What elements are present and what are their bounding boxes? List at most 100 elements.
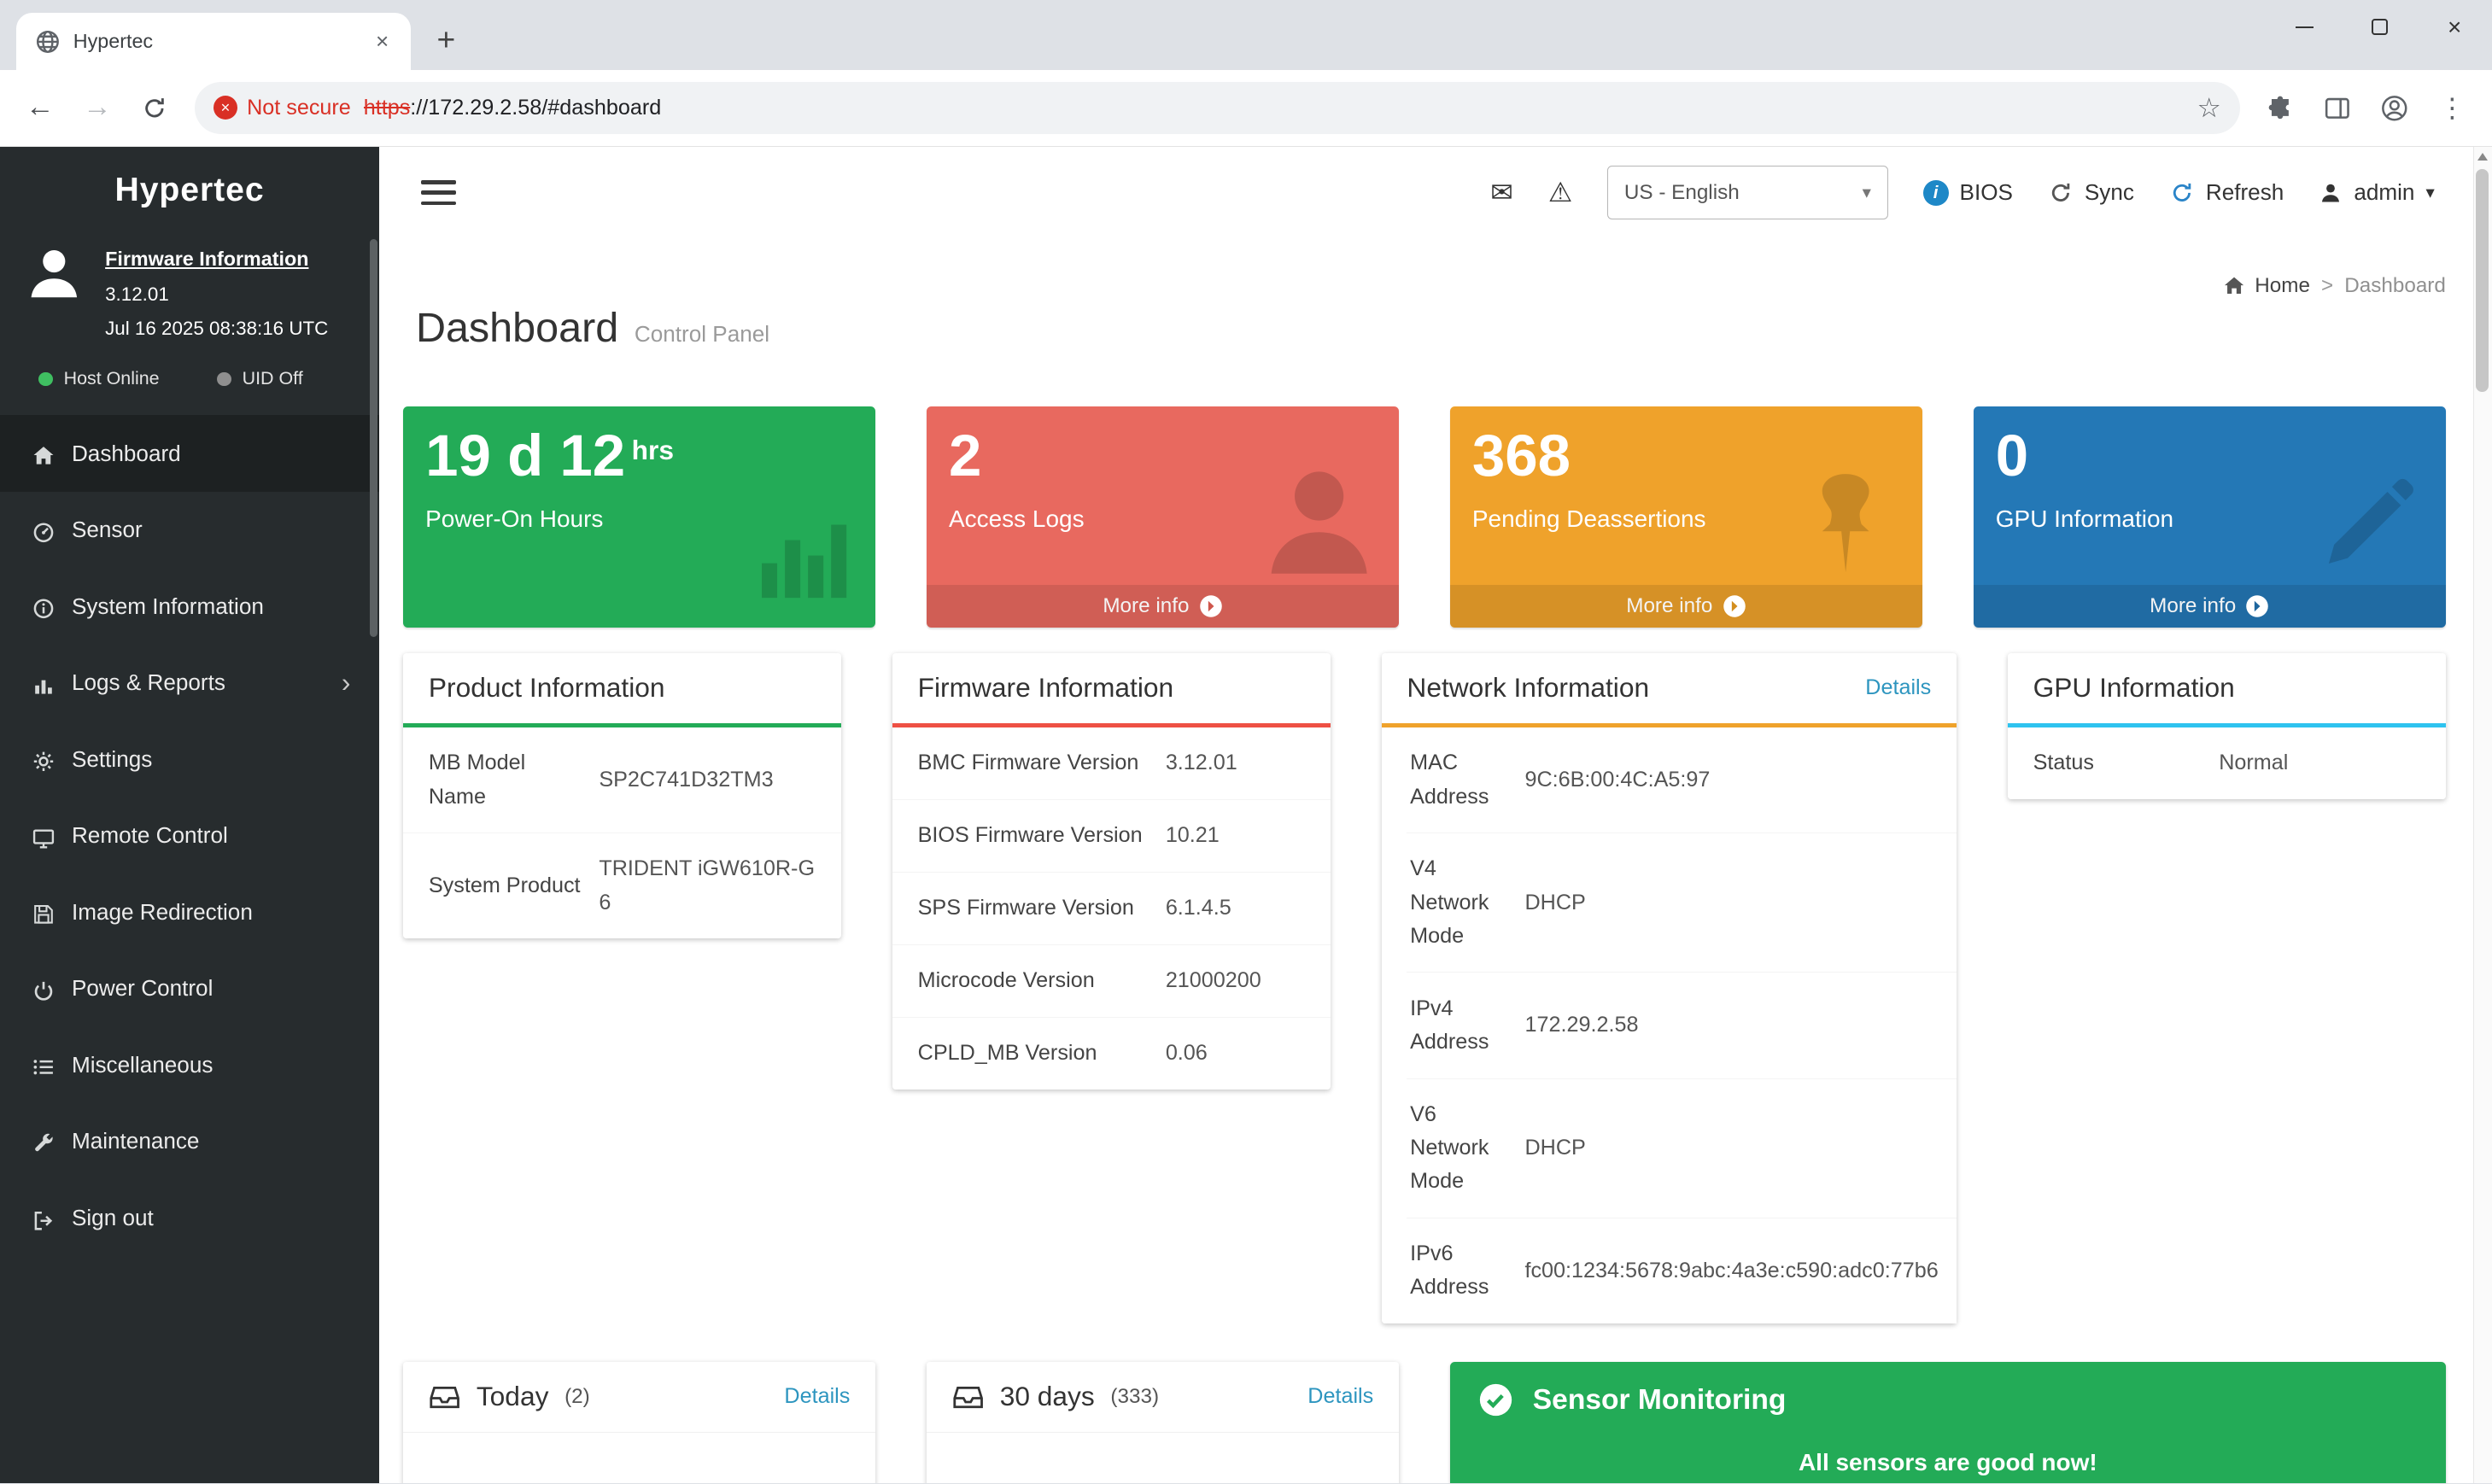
today-details-link[interactable]: Details	[784, 1384, 850, 1409]
table-row: CPLD_MB Version 0.06	[892, 1018, 1331, 1090]
stat-card-gpu-information: 0 GPU Information More info	[1974, 406, 2446, 628]
language-value: US - English	[1624, 181, 1740, 205]
table-row: MAC Address 9C:6B:00:4C:A5:97	[1407, 727, 1957, 833]
host-online-label: Host Online	[64, 368, 160, 389]
forward-button[interactable]: →	[70, 81, 124, 135]
breadcrumb-home[interactable]: Home	[2223, 274, 2310, 298]
breadcrumb-current: Dashboard	[2344, 274, 2446, 298]
sidebar-item-sign-out[interactable]: Sign out	[0, 1180, 379, 1257]
profile-avatar-icon[interactable]	[2367, 81, 2421, 135]
refresh-label: Refresh	[2206, 179, 2284, 206]
not-secure-icon: ×	[214, 96, 237, 120]
topbar-actions: ✉ ⚠ US - English ▾ i BIOS Sync	[1490, 166, 2435, 219]
sidebar-item-logs-reports[interactable]: Logs & Reports ›	[0, 645, 379, 722]
chevron-right-icon: ›	[342, 667, 351, 698]
sidebar-item-miscellaneous[interactable]: Miscellaneous	[0, 1027, 379, 1104]
bar-chart-icon	[754, 513, 846, 605]
gear-icon	[32, 747, 56, 771]
monitor-icon	[32, 824, 56, 848]
table-row: BIOS Firmware Version 10.21	[892, 800, 1331, 873]
stat-value: 19 d 12hrs	[403, 406, 875, 493]
card-header: GPU Information	[2008, 653, 2446, 727]
globe-favicon-icon	[35, 29, 61, 55]
arrow-circle-icon	[1723, 594, 1746, 618]
sync-button[interactable]: Sync	[2048, 179, 2134, 206]
stat-card-power-on-hours: 19 d 12hrs Power-On Hours	[403, 406, 875, 628]
bookmark-star-icon[interactable]: ☆	[2197, 92, 2220, 124]
url-scheme: https	[364, 96, 411, 120]
scrollbar-thumb[interactable]	[2476, 169, 2489, 392]
sidebar-item-dashboard[interactable]: Dashboard	[0, 415, 379, 492]
card-body: MB Model Name SP2C741D32TM3 System Produ…	[403, 727, 841, 938]
table-row: SPS Firmware Version 6.1.4.5	[892, 873, 1331, 945]
today-events-card: Today (2) Details	[403, 1362, 875, 1483]
list-icon	[32, 1053, 56, 1077]
page-viewport: Hypertec Firmware Information 3.12.01 Ju…	[0, 147, 2492, 1483]
sidebar-item-system-information[interactable]: System Information	[0, 568, 379, 645]
card-body	[927, 1433, 1399, 1483]
alert-icon[interactable]: ⚠	[1548, 177, 1572, 208]
side-panel-icon[interactable]	[2310, 81, 2364, 135]
sidebar-item-power-control[interactable]: Power Control	[0, 950, 379, 1027]
product-information-card: Product Information MB Model Name SP2C74…	[403, 653, 841, 938]
sidebar-menu: Dashboard Sensor System Information Logs…	[0, 415, 379, 1256]
sidebar-item-sensor[interactable]: Sensor	[0, 492, 379, 569]
sidebar-scrollbar[interactable]	[370, 239, 377, 637]
sidebar-item-maintenance[interactable]: Maintenance	[0, 1103, 379, 1180]
sidebar-item-label: Maintenance	[72, 1128, 200, 1154]
page-scrollbar[interactable]	[2473, 147, 2492, 1483]
window-controls: ×	[2267, 0, 2492, 54]
info-icon: i	[1923, 180, 1949, 206]
sidebar-item-settings[interactable]: Settings	[0, 721, 379, 798]
back-button[interactable]: ←	[13, 81, 67, 135]
sidebar-item-label: Logs & Reports	[72, 669, 225, 696]
sidebar-item-label: Remote Control	[72, 822, 228, 849]
more-info-link[interactable]: More info	[1450, 585, 1922, 628]
sidebar-item-label: Dashboard	[72, 441, 181, 467]
language-select[interactable]: US - English ▾	[1607, 166, 1887, 219]
new-tab-button[interactable]: +	[424, 18, 468, 62]
pushpin-icon	[1788, 465, 1903, 580]
close-window-button[interactable]: ×	[2417, 0, 2492, 54]
refresh-button[interactable]: Refresh	[2169, 179, 2284, 206]
table-row: Microcode Version 21000200	[892, 945, 1331, 1018]
power-icon	[32, 977, 56, 1001]
scrollbar-up-arrow[interactable]	[2474, 147, 2492, 167]
tab-title: Hypertec	[73, 30, 357, 53]
more-info-link[interactable]: More info	[927, 585, 1399, 628]
network-details-link[interactable]: Details	[1865, 670, 1931, 705]
menu-toggle-icon[interactable]	[421, 174, 456, 212]
address-bar[interactable]: × Not secure https://172.29.2.58/#dashbo…	[195, 82, 2241, 135]
reload-button[interactable]	[127, 81, 181, 135]
refresh-icon	[2169, 180, 2195, 206]
signout-icon	[32, 1206, 56, 1230]
bar-chart-icon	[32, 671, 56, 695]
breadcrumb-separator: >	[2321, 274, 2333, 298]
sidebar-item-label: System Information	[72, 593, 264, 620]
chevron-down-icon: ▾	[1863, 182, 1871, 203]
page-header: Dashboard Control Panel	[416, 300, 2446, 357]
profile-block: Firmware Information 3.12.01 Jul 16 2025…	[0, 219, 379, 353]
minimize-button[interactable]	[2267, 0, 2343, 54]
user-menu[interactable]: admin ▾	[2319, 179, 2435, 206]
sidebar-item-image-redirection[interactable]: Image Redirection	[0, 874, 379, 951]
card-body	[403, 1433, 875, 1483]
thirty-days-details-link[interactable]: Details	[1307, 1384, 1373, 1409]
more-info-link[interactable]: More info	[1974, 585, 2446, 628]
mail-icon[interactable]: ✉	[1490, 177, 1513, 208]
tab-strip: Hypertec × + ×	[0, 0, 2492, 70]
bios-button[interactable]: i BIOS	[1923, 179, 2013, 206]
uid-off-label: UID Off	[243, 368, 303, 389]
tab-close-icon[interactable]: ×	[370, 27, 395, 56]
not-secure-badge[interactable]: × Not secure	[214, 96, 351, 120]
browser-menu-icon[interactable]: ⋮	[2425, 81, 2479, 135]
info-cards-row: Product Information MB Model Name SP2C74…	[403, 653, 2446, 1323]
maximize-button[interactable]	[2343, 0, 2418, 54]
browser-tab[interactable]: Hypertec ×	[16, 13, 412, 70]
extensions-icon[interactable]	[2253, 81, 2307, 135]
firmware-information-link[interactable]: Firmware Information	[105, 242, 328, 278]
sidebar-item-label: Power Control	[72, 975, 213, 1002]
sidebar-item-remote-control[interactable]: Remote Control	[0, 798, 379, 874]
firmware-date: Jul 16 2025 08:38:16 UTC	[105, 312, 328, 346]
main-panel: ✉ ⚠ US - English ▾ i BIOS Sync	[379, 147, 2473, 1483]
